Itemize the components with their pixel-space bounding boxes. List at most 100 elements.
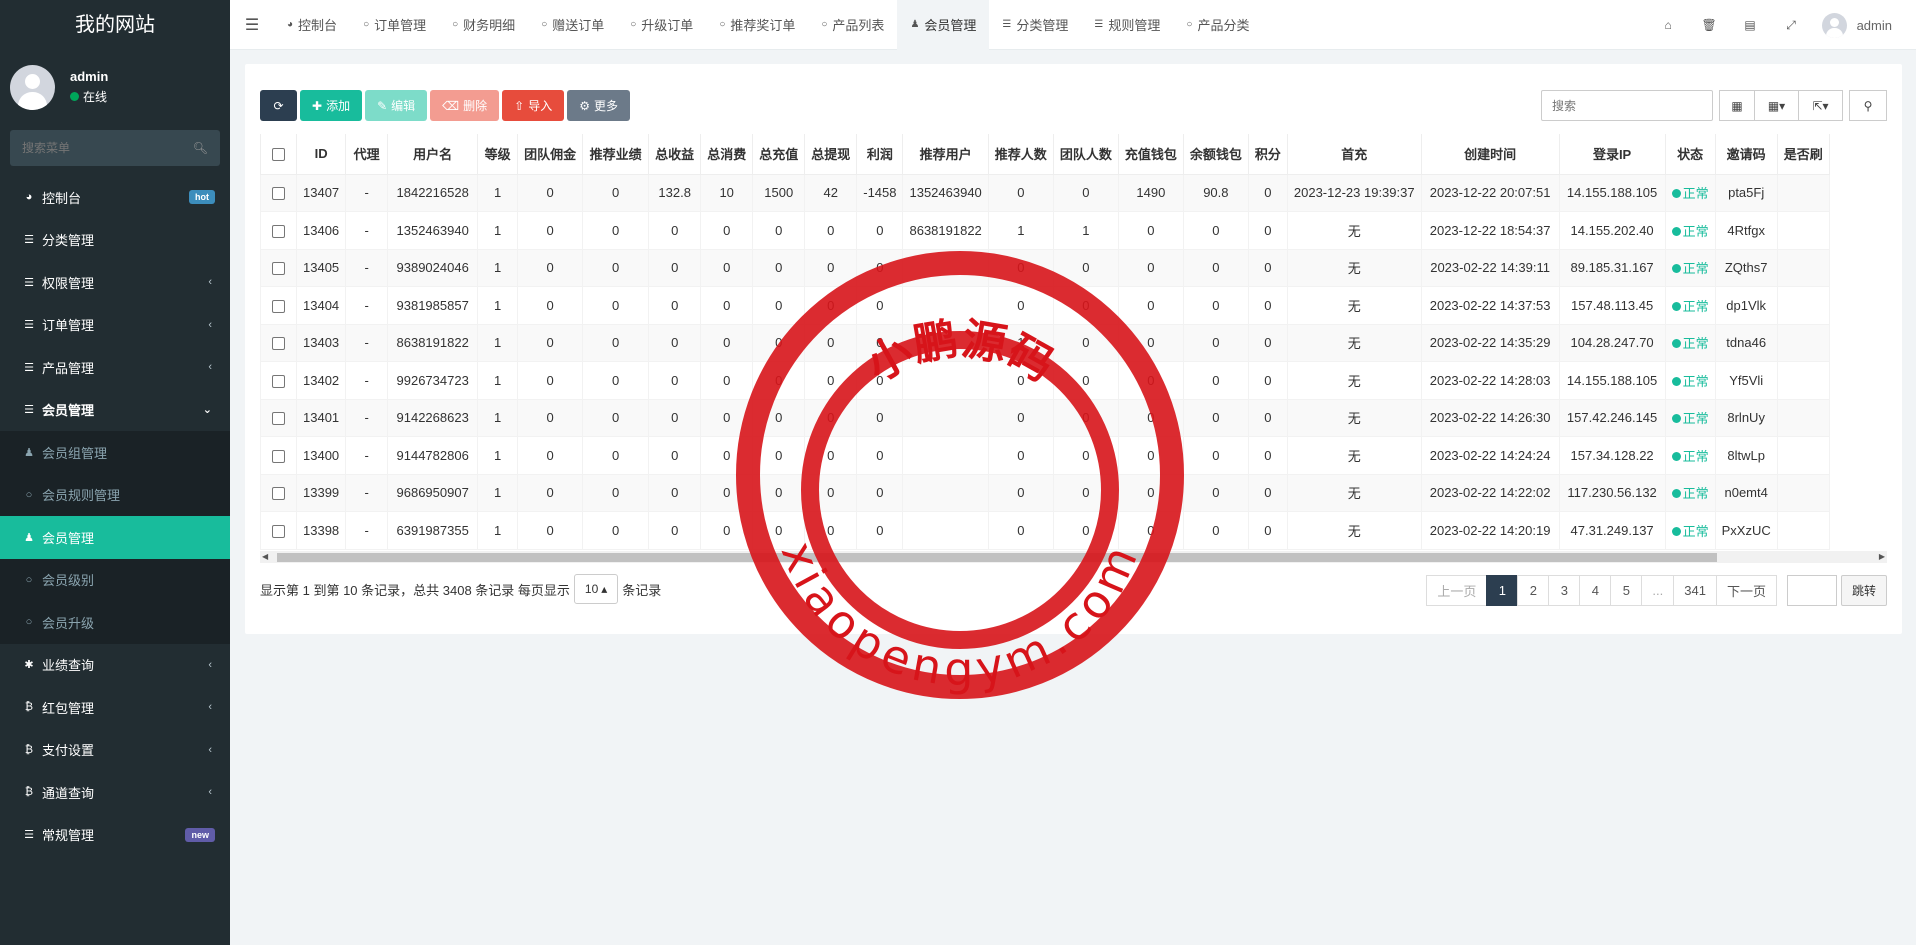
- col-header[interactable]: 登录IP: [1558, 134, 1666, 175]
- col-header[interactable]: 总消费: [700, 134, 754, 175]
- tab-gift-orders[interactable]: ○ 赠送订单: [528, 0, 617, 50]
- col-header[interactable]: 余额钱包: [1182, 134, 1249, 175]
- tab-upgrade-orders[interactable]: ○ 升级订单: [617, 0, 706, 50]
- prev-page-button[interactable]: 上一页: [1426, 575, 1488, 606]
- refresh-button[interactable]: ⟳: [260, 90, 297, 121]
- col-header[interactable]: 总收益: [648, 134, 702, 175]
- col-header[interactable]: 总提现: [804, 134, 858, 175]
- col-header[interactable]: 团队佣金: [517, 134, 584, 175]
- col-header[interactable]: 是否刷: [1776, 134, 1830, 175]
- delete-button[interactable]: ⌫ 删除: [430, 90, 500, 121]
- sidebar-item-payment[interactable]: ₿ 支付设置 ‹: [0, 729, 230, 772]
- table-row[interactable]: 13401-9142268623 1 0 0 0 0 0 0 0 0 0 0 0 0 无 2023-02-22…: [260, 398, 1830, 437]
- table-row[interactable]: 13398-6391987355 1 0 0 0 0 0 0 0 0 0 0 0 0 无 2023-02-22…: [260, 511, 1830, 550]
- col-header[interactable]: 充值钱包: [1117, 134, 1184, 175]
- brand-logo[interactable]: 我的网站: [0, 0, 230, 50]
- row-checkbox[interactable]: [260, 436, 297, 475]
- trash-icon[interactable]: 🗑︎: [1689, 18, 1730, 32]
- page-button[interactable]: 3: [1548, 575, 1581, 606]
- tab-product-list[interactable]: ○ 产品列表: [808, 0, 897, 50]
- sidebar-search-input[interactable]: [22, 141, 182, 155]
- horizontal-scrollbar[interactable]: ◀ ▶: [260, 551, 1887, 563]
- col-header[interactable]: ID: [295, 134, 347, 175]
- col-header[interactable]: 利润: [856, 134, 904, 175]
- status-badge[interactable]: 正常: [1683, 449, 1709, 464]
- col-header[interactable]: 状态: [1664, 134, 1716, 175]
- home-icon[interactable]: ⌂: [1648, 18, 1689, 32]
- table-row[interactable]: 13405-9389024046 1 0 0 0 0 0 0 0 0 0 0 0 0 无 2023-02-22…: [260, 248, 1830, 287]
- select-all-checkbox[interactable]: [260, 134, 297, 175]
- page-button[interactable]: 2: [1517, 575, 1550, 606]
- col-header[interactable]: 团队人数: [1052, 134, 1119, 175]
- tab-orders[interactable]: ○ 订单管理: [350, 0, 439, 50]
- advanced-search-button[interactable]: ⚲: [1849, 90, 1887, 121]
- table-row[interactable]: 13399-9686950907 1 0 0 0 0 0 0 0 0 0 0 0 0 无 2023-02-22…: [260, 473, 1830, 512]
- sidebar-item-performance[interactable]: ✱ 业绩查询 ‹: [0, 644, 230, 687]
- row-checkbox[interactable]: [260, 286, 297, 325]
- row-checkbox[interactable]: [260, 398, 297, 437]
- language-icon[interactable]: ▤: [1730, 18, 1771, 32]
- row-checkbox[interactable]: [260, 211, 297, 250]
- sidebar-item-member-level[interactable]: ○ 会员级别: [0, 559, 230, 602]
- table-row[interactable]: 13406-1352463940 1 0 0 0 0 0 0 0 8638191822 1 1 0 0 0 无…: [260, 211, 1830, 250]
- sidebar-item-orders[interactable]: ☰ 订单管理 ‹: [0, 304, 230, 347]
- row-checkbox[interactable]: [260, 361, 297, 400]
- page-size-select[interactable]: 10 ▴: [573, 574, 619, 604]
- col-header[interactable]: 代理: [345, 134, 389, 175]
- edit-button[interactable]: ✎ 编辑: [365, 90, 428, 121]
- sidebar-item-members[interactable]: ☰ 会员管理 ⌄: [0, 389, 230, 432]
- row-checkbox[interactable]: [260, 511, 297, 550]
- export-button[interactable]: ⇱▾: [1799, 90, 1843, 121]
- page-button[interactable]: 5: [1610, 575, 1643, 606]
- sidebar-item-permission[interactable]: ☰ 权限管理 ‹: [0, 261, 230, 304]
- table-row[interactable]: 13404-9381985857 1 0 0 0 0 0 0 0 0 0 0 0 0 无 2023-02-22…: [260, 286, 1830, 325]
- page-button[interactable]: 4: [1579, 575, 1612, 606]
- sidebar-item-member-upgrade[interactable]: ○ 会员升级: [0, 601, 230, 644]
- status-badge[interactable]: 正常: [1683, 336, 1709, 351]
- scroll-left-icon[interactable]: ◀: [262, 552, 268, 561]
- scrollbar-thumb[interactable]: [277, 553, 1717, 562]
- sidebar-item-category[interactable]: ☰ 分类管理: [0, 219, 230, 262]
- sidebar-item-member-manage[interactable]: ♟ 会员管理: [0, 516, 230, 559]
- tab-rules[interactable]: ☰ 规则管理: [1081, 0, 1173, 50]
- row-checkbox[interactable]: [260, 173, 297, 212]
- col-header[interactable]: 首充: [1286, 134, 1422, 175]
- add-button[interactable]: ✚ 添加: [300, 90, 363, 121]
- columns-button[interactable]: ▦▾: [1755, 90, 1799, 121]
- search-icon[interactable]: 🔍︎: [193, 141, 208, 155]
- next-page-button[interactable]: 下一页: [1715, 575, 1777, 606]
- table-search-input[interactable]: [1541, 90, 1713, 121]
- page-button[interactable]: 341: [1673, 575, 1717, 606]
- sidebar-toggle-icon[interactable]: ☰: [230, 15, 274, 35]
- tab-product-category[interactable]: ○ 产品分类: [1173, 0, 1262, 50]
- table-row[interactable]: 13403-8638191822 1 0 0 0 0 0 0 0 1 0 0 0 0 无 2023-02-22…: [260, 323, 1830, 362]
- sidebar-item-redpacket[interactable]: ₿ 红包管理 ‹: [0, 686, 230, 729]
- status-badge[interactable]: 正常: [1683, 374, 1709, 389]
- sidebar-item-products[interactable]: ☰ 产品管理 ‹: [0, 346, 230, 389]
- col-header[interactable]: 总充值: [752, 134, 806, 175]
- status-badge[interactable]: 正常: [1683, 524, 1709, 539]
- status-badge[interactable]: 正常: [1683, 411, 1709, 426]
- table-row[interactable]: 13400-9144782806 1 0 0 0 0 0 0 0 0 0 0 0 0 无 2023-02-22…: [260, 436, 1830, 475]
- col-header[interactable]: 推荐业绩: [582, 134, 650, 175]
- table-row[interactable]: 13402-9926734723 1 0 0 0 0 0 0 0 0 0 0 0 0 无 2023-02-22…: [260, 361, 1830, 400]
- tab-members[interactable]: ♟ 会员管理: [897, 0, 990, 50]
- col-header[interactable]: 邀请码: [1714, 134, 1778, 175]
- jump-page-input[interactable]: [1786, 575, 1837, 606]
- import-button[interactable]: ⇧ 导入: [502, 90, 565, 121]
- row-checkbox[interactable]: [260, 473, 297, 512]
- sidebar-item-member-groups[interactable]: ♟ 会员组管理: [0, 431, 230, 474]
- col-header[interactable]: 推荐用户: [902, 134, 989, 175]
- table-row[interactable]: 13407-1842216528 1 0 0 132.8 10 1500 42 -1458 135…: [260, 173, 1830, 212]
- tab-dashboard[interactable]: ◕ 控制台: [274, 0, 350, 50]
- status-badge[interactable]: 正常: [1683, 299, 1709, 314]
- sidebar-item-dashboard[interactable]: ◕ 控制台 hot: [0, 176, 230, 219]
- col-header[interactable]: 用户名: [387, 134, 479, 175]
- toggle-view-button[interactable]: ▦: [1719, 90, 1755, 121]
- admin-menu[interactable]: admin: [1812, 12, 1916, 38]
- status-badge[interactable]: 正常: [1683, 186, 1709, 201]
- tab-finance[interactable]: ○ 财务明细: [439, 0, 528, 50]
- tab-category[interactable]: ☰ 分类管理: [989, 0, 1081, 50]
- row-checkbox[interactable]: [260, 248, 297, 287]
- sidebar-item-channel[interactable]: ₿ 通道查询 ‹: [0, 771, 230, 814]
